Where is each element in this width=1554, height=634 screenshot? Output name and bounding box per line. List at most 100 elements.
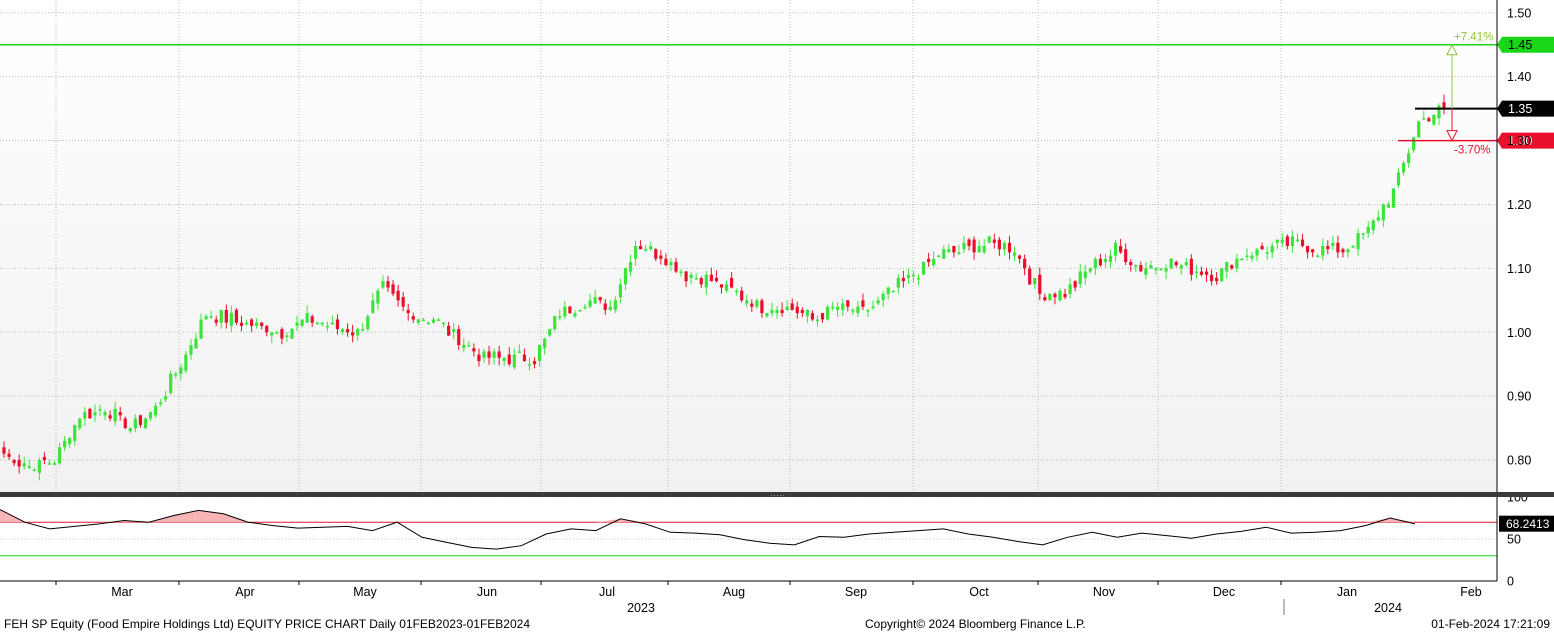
candle-body <box>1179 265 1183 269</box>
candle-body <box>810 313 815 320</box>
candle-body <box>1149 265 1153 269</box>
candle-body <box>477 354 481 362</box>
candle-body <box>543 338 547 349</box>
candle-body <box>1220 268 1224 282</box>
candle-body <box>249 319 254 326</box>
candle-body <box>598 297 602 301</box>
month-label: May <box>353 585 377 599</box>
candle-body <box>967 239 971 246</box>
candle-body <box>694 277 698 280</box>
candle-body <box>472 348 476 352</box>
candle-body <box>548 329 552 336</box>
month-label: Jul <box>599 585 615 599</box>
candle-body <box>982 246 986 253</box>
candle-body <box>947 249 951 253</box>
candle-body <box>578 309 582 312</box>
candle-body <box>118 412 122 416</box>
rsi-tick-label: 50 <box>1507 533 1521 547</box>
candle-body <box>426 322 431 325</box>
candle-body <box>1139 265 1143 272</box>
candle-body <box>1230 265 1234 269</box>
candle-body <box>1053 293 1057 298</box>
candle-body <box>1129 261 1133 266</box>
month-label: Jan <box>1337 585 1357 599</box>
candle-body <box>1351 246 1355 248</box>
candle-body <box>356 329 360 336</box>
candle-body <box>436 319 441 321</box>
candle-body <box>1235 258 1239 269</box>
price-tick-label: 1.10 <box>1507 262 1531 276</box>
price-tick-label: 1.30 <box>1507 134 1531 148</box>
candle-body <box>527 364 532 366</box>
panel-resize-grip[interactable] <box>770 493 784 496</box>
candle-body <box>735 290 739 293</box>
candle-body <box>512 354 516 368</box>
candle-body <box>1189 258 1193 275</box>
candle-body <box>729 277 734 288</box>
candle-body <box>1381 204 1385 221</box>
candle-body <box>623 268 628 285</box>
candle-body <box>588 300 592 307</box>
month-label: Aug <box>723 585 745 599</box>
candle-body <box>1407 153 1411 163</box>
rsi-tick-label: 0 <box>1507 575 1514 589</box>
candle-body <box>229 313 233 326</box>
candle-body <box>765 313 769 317</box>
candle-body <box>805 309 809 317</box>
candle-body <box>674 261 678 272</box>
candle-body <box>618 284 623 298</box>
candle-body <box>462 345 466 349</box>
candle-body <box>800 309 804 314</box>
candle-body <box>1108 255 1113 262</box>
candle-body <box>568 306 572 314</box>
candle-body <box>260 322 264 326</box>
candle-body <box>942 249 946 259</box>
candle-body <box>719 284 724 288</box>
candle-body <box>760 300 764 314</box>
candle-body <box>128 428 132 432</box>
candle-body <box>1391 188 1396 208</box>
candle-body <box>815 319 820 321</box>
month-label: Sep <box>845 585 867 599</box>
candle-body <box>745 300 749 304</box>
candle-body <box>1300 239 1305 246</box>
candle-body <box>159 402 163 405</box>
candle-body <box>836 306 840 310</box>
candle-body <box>755 300 759 307</box>
candle-body <box>88 408 92 419</box>
candle-body <box>1093 258 1097 269</box>
candle-body <box>325 325 329 328</box>
candle-body <box>330 322 335 325</box>
candle-body <box>351 332 355 336</box>
candle-body <box>68 437 72 445</box>
candle-body <box>1002 242 1007 250</box>
copyright-text: Copyright© 2024 Bloomberg Finance L.P. <box>865 617 1086 631</box>
candle-body <box>482 351 486 358</box>
candle-body <box>1321 246 1325 256</box>
candle-body <box>17 460 21 467</box>
candle-body <box>1275 239 1279 243</box>
candle-body <box>906 274 911 278</box>
candle-body <box>866 309 870 312</box>
candle-body <box>1174 261 1178 266</box>
candle-body <box>12 460 16 464</box>
candle-body <box>7 453 11 457</box>
candle-body <box>164 396 168 400</box>
candle-body <box>179 367 183 374</box>
candle-body <box>32 469 36 472</box>
candle-body <box>290 329 294 339</box>
candle-body <box>37 460 41 473</box>
candle-body <box>714 277 719 282</box>
candle-body <box>492 351 496 358</box>
candle-body <box>138 415 143 425</box>
candle-body <box>371 300 375 314</box>
chart-description: FEH SP Equity (Food Empire Holdings Ltd)… <box>4 617 531 631</box>
candle-body <box>1361 233 1365 235</box>
candle-body <box>532 361 537 365</box>
price-tick-label: 1.20 <box>1507 198 1531 212</box>
candle-body <box>517 351 521 353</box>
price-tick-label: 1.00 <box>1507 326 1531 340</box>
candle-body <box>825 306 830 320</box>
candle-body <box>108 415 112 419</box>
candle-body <box>305 313 309 323</box>
